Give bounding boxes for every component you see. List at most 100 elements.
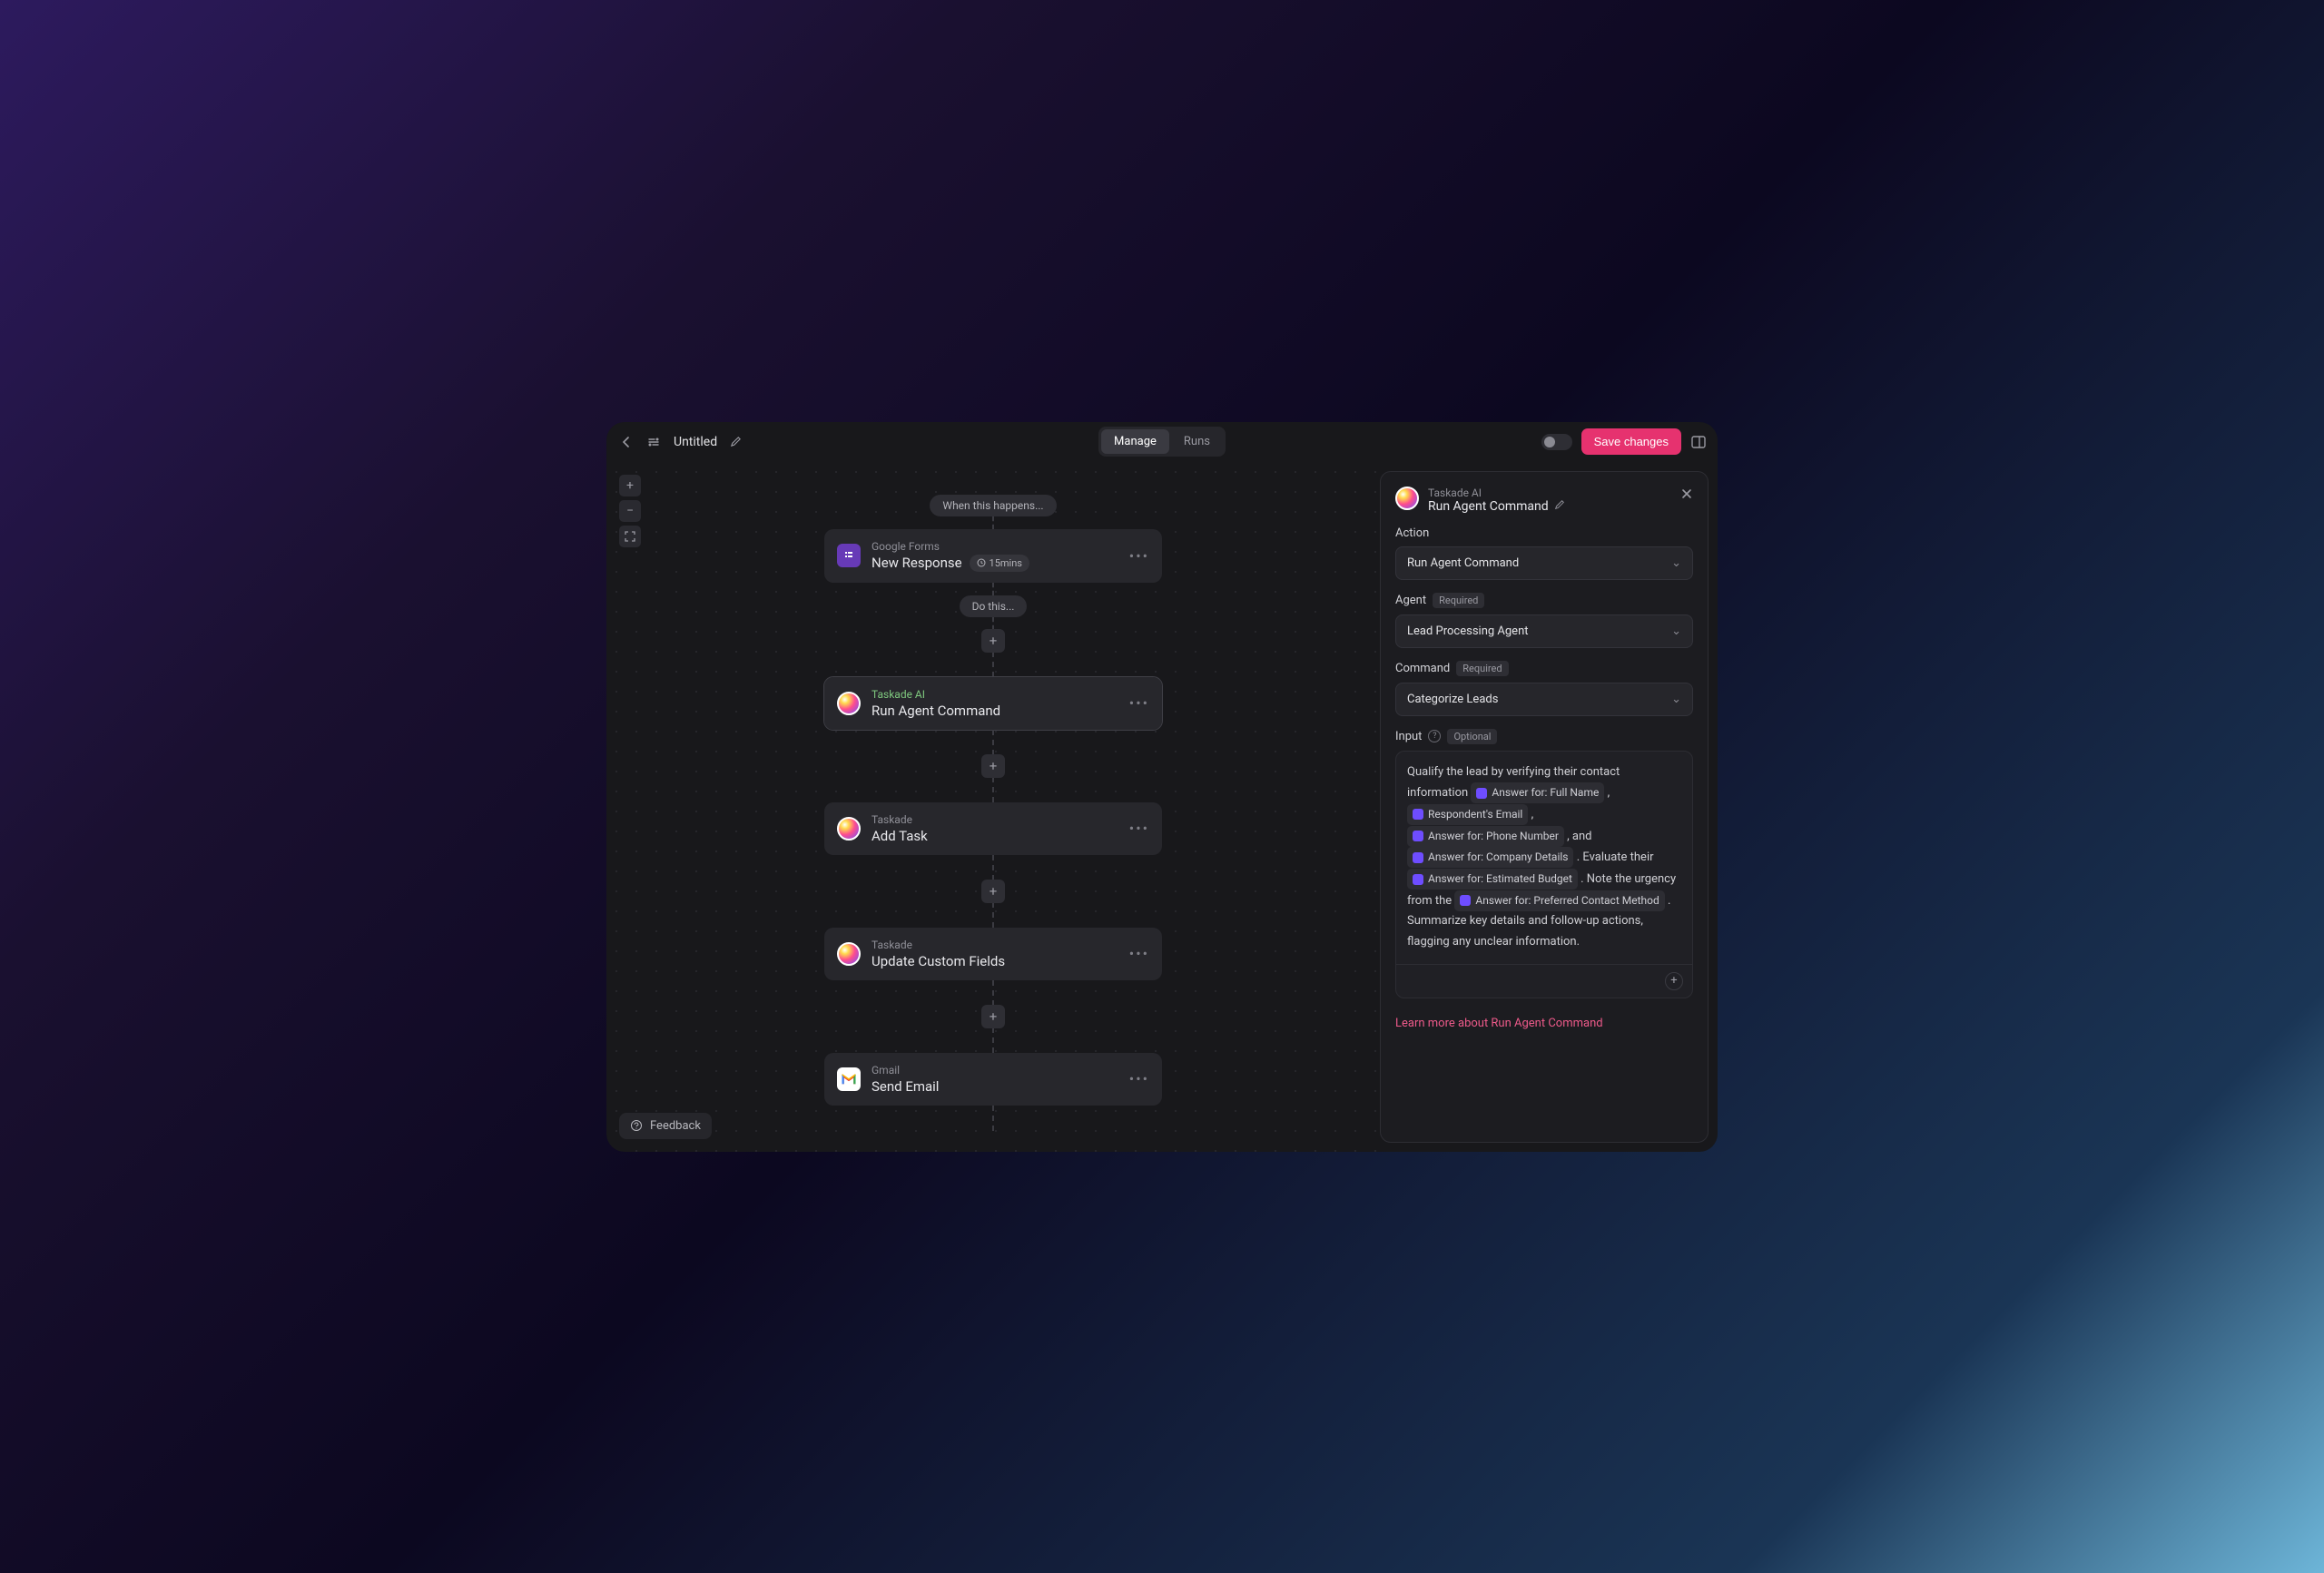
flow-canvas[interactable]: + − When this happens... Google Forms	[606, 462, 1380, 1152]
command-select[interactable]: Categorize Leads ⌄	[1395, 683, 1693, 716]
connector	[992, 516, 994, 529]
fit-screen-button[interactable]	[619, 526, 641, 547]
text: ,	[1608, 786, 1610, 800]
back-icon[interactable]	[617, 433, 635, 451]
save-button[interactable]: Save changes	[1581, 428, 1681, 455]
node-body: Taskade Add Task	[872, 813, 1118, 844]
header: Untitled Manage Runs Save changes	[606, 422, 1718, 462]
panel-title: Run Agent Command	[1428, 499, 1671, 514]
chip-label: Answer for: Phone Number	[1428, 827, 1559, 846]
edit-name-icon[interactable]	[1554, 499, 1565, 514]
sidebar-toggle-icon[interactable]	[1690, 434, 1707, 450]
node-title: Update Custom Fields	[872, 953, 1118, 969]
optional-tag: Optional	[1447, 729, 1497, 744]
field-command: Command Required Categorize Leads ⌄	[1395, 661, 1693, 716]
connector	[992, 855, 994, 880]
field-label: Agent Required	[1395, 593, 1693, 608]
chevron-down-icon: ⌄	[1671, 556, 1681, 570]
node-menu-icon[interactable]: •••	[1129, 547, 1149, 565]
panel-titles: Taskade AI Run Agent Command	[1428, 487, 1671, 514]
action-node-run-agent[interactable]: Taskade AI Run Agent Command •••	[824, 677, 1162, 730]
config-panel: Taskade AI Run Agent Command Action Run …	[1380, 471, 1709, 1143]
tab-manage[interactable]: Manage	[1101, 429, 1169, 454]
label-text: Command	[1395, 662, 1450, 675]
view-tabs: Manage Runs	[1098, 427, 1226, 457]
variable-chip[interactable]: Answer for: Full Name	[1471, 782, 1604, 803]
close-panel-icon[interactable]	[1680, 487, 1693, 504]
variable-chip[interactable]: Answer for: Preferred Contact Method	[1454, 890, 1664, 911]
input-textarea[interactable]: Qualify the lead by verifying their cont…	[1395, 751, 1693, 998]
add-step-button[interactable]: +	[981, 1005, 1005, 1028]
node-body: Gmail Send Email	[872, 1064, 1118, 1095]
chip-icon	[1460, 895, 1471, 906]
flow-column: When this happens... Google Forms New Re…	[821, 495, 1166, 1131]
chip-icon	[1413, 852, 1423, 863]
chip-label: Answer for: Company Details	[1428, 848, 1568, 867]
tab-runs[interactable]: Runs	[1171, 429, 1223, 454]
node-menu-icon[interactable]: •••	[1129, 694, 1149, 712]
node-body: Google Forms New Response 15mins	[872, 540, 1118, 572]
learn-more-link[interactable]: Learn more about Run Agent Command	[1395, 1017, 1693, 1030]
panel-title-text: Run Agent Command	[1428, 499, 1549, 514]
node-title: Add Task	[872, 828, 1118, 844]
label-text: Agent	[1395, 594, 1426, 607]
agent-select[interactable]: Lead Processing Agent ⌄	[1395, 614, 1693, 648]
node-title-text: New Response	[872, 555, 962, 571]
action-node-add-task[interactable]: Taskade Add Task •••	[824, 802, 1162, 855]
enable-toggle[interactable]	[1541, 434, 1572, 450]
node-title: Run Agent Command	[872, 703, 1118, 719]
connector	[992, 583, 994, 595]
connector	[992, 652, 994, 677]
node-menu-icon[interactable]: •••	[1129, 1070, 1149, 1087]
node-body: Taskade Update Custom Fields	[872, 939, 1118, 969]
edit-title-icon[interactable]	[726, 433, 744, 451]
zoom-out-button[interactable]: −	[619, 500, 641, 522]
action-select[interactable]: Run Agent Command ⌄	[1395, 546, 1693, 580]
field-action: Action Run Agent Command ⌄	[1395, 526, 1693, 580]
node-menu-icon[interactable]: •••	[1129, 820, 1149, 837]
variable-chip[interactable]: Answer for: Company Details	[1407, 847, 1573, 868]
add-step-button[interactable]: +	[981, 629, 1005, 653]
interval-badge: 15mins	[970, 555, 1029, 572]
chip-label: Answer for: Full Name	[1492, 783, 1599, 802]
header-left: Untitled	[617, 433, 744, 451]
variable-chip[interactable]: Respondent's Email	[1407, 804, 1528, 825]
variable-chip[interactable]: Answer for: Estimated Budget	[1407, 869, 1578, 890]
chip-icon	[1413, 874, 1423, 885]
chip-label: Answer for: Estimated Budget	[1428, 870, 1572, 889]
action-node-update-fields[interactable]: Taskade Update Custom Fields •••	[824, 928, 1162, 980]
panel-app-label: Taskade AI	[1428, 487, 1671, 499]
node-title: New Response 15mins	[872, 555, 1118, 572]
node-app-label: Taskade AI	[872, 688, 1118, 701]
add-variable-button[interactable]: +	[1665, 972, 1683, 990]
trigger-label: When this happens...	[930, 495, 1056, 516]
label-text: Input	[1395, 730, 1422, 743]
taskade-icon	[837, 817, 861, 841]
chevron-down-icon: ⌄	[1671, 693, 1681, 706]
trigger-node[interactable]: Google Forms New Response 15mins •••	[824, 529, 1162, 583]
chip-icon	[1413, 809, 1423, 820]
connector	[992, 777, 994, 802]
chip-label: Respondent's Email	[1428, 805, 1522, 824]
node-app-label: Google Forms	[872, 540, 1118, 553]
info-icon[interactable]: ?	[1428, 730, 1441, 742]
node-app-label: Taskade	[872, 813, 1118, 826]
feedback-button[interactable]: Feedback	[619, 1113, 712, 1139]
field-label: Command Required	[1395, 661, 1693, 676]
add-step-button[interactable]: +	[981, 754, 1005, 778]
field-label: Input ? Optional	[1395, 729, 1693, 744]
node-menu-icon[interactable]: •••	[1129, 945, 1149, 962]
node-title: Send Email	[872, 1078, 1118, 1095]
zoom-in-button[interactable]: +	[619, 475, 641, 496]
add-step-button[interactable]: +	[981, 880, 1005, 903]
text: , and	[1567, 830, 1591, 843]
action-node-send-email[interactable]: Gmail Send Email •••	[824, 1053, 1162, 1106]
connector	[992, 1027, 994, 1053]
input-footer: +	[1396, 964, 1692, 998]
variable-chip[interactable]: Answer for: Phone Number	[1407, 826, 1564, 847]
taskade-icon	[1395, 487, 1419, 510]
google-forms-icon	[837, 544, 861, 567]
chevron-down-icon: ⌄	[1671, 624, 1681, 638]
automation-icon[interactable]	[645, 433, 663, 451]
page-title: Untitled	[674, 435, 717, 449]
